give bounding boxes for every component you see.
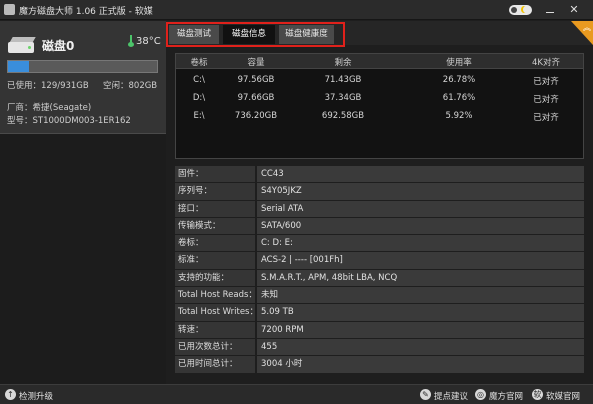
tab-bar: 磁盘测试 磁盘信息 磁盘健康度 — [166, 21, 593, 47]
table-row[interactable]: C:\ 97.56GB 71.43GB 26.78% 已对齐 — [176, 73, 583, 90]
table-row[interactable]: D:\ 97.66GB 37.34GB 61.76% 已对齐 — [176, 91, 583, 108]
disk-model: 型号：ST1000DM003-1ER162 — [7, 116, 131, 126]
hard-disk-icon — [8, 37, 36, 55]
info-row-power-hours: 已用时间总计： 3004 小时 — [175, 356, 584, 374]
info-row-host-reads: Total Host Reads： 未知 — [175, 287, 584, 305]
info-label: 已用次数总计： — [175, 338, 255, 356]
cell-4k-aligned: 已对齐 — [533, 95, 559, 105]
disk-usage-fill — [8, 61, 29, 72]
ruanmei-logo-icon[interactable]: 软 — [532, 389, 543, 400]
info-value: S4Y05JKZ — [257, 183, 584, 200]
theme-toggle[interactable] — [509, 5, 532, 15]
info-value: S.M.A.R.T., APM, 48bit LBA, NCQ — [257, 269, 584, 287]
title-bar: 魔方磁盘大师 1.06 正式版 - 软媒 ✕ — [0, 0, 593, 20]
info-label: 标准： — [175, 252, 255, 269]
disk-usage-bar — [7, 60, 158, 73]
cell-usage: 61.76% — [442, 93, 476, 103]
header-usage: 使用率 — [446, 58, 472, 68]
left-panel: 磁盘0 38°C 已使用：129/931GB 空闲：802GB 厂商：希捷(Se… — [0, 21, 166, 384]
info-value: 5.09 TB — [257, 304, 584, 321]
info-value: 未知 — [257, 287, 584, 304]
tab-disk-test[interactable]: 磁盘测试 — [169, 25, 219, 44]
minimize-button[interactable] — [543, 3, 557, 17]
cell-4k-aligned: 已对齐 — [533, 113, 559, 123]
ruanmei-site-link[interactable]: 软媒官网 — [546, 390, 580, 402]
info-value: 455 — [257, 338, 584, 356]
info-row-host-writes: Total Host Writes： 5.09 TB — [175, 304, 584, 322]
info-value: SATA/600 — [257, 217, 584, 235]
info-row-volumes: 卷标： C: D: E: — [175, 235, 584, 253]
info-value: 3004 小时 — [257, 356, 584, 373]
cell-volume: E:\ — [193, 111, 205, 121]
info-value: ACS-2 | ---- [001Fh] — [257, 252, 584, 269]
cell-remaining: 37.34GB — [324, 93, 362, 103]
arrow-up-icon[interactable]: ↑ — [5, 389, 16, 400]
disk-card[interactable]: 磁盘0 38°C 已使用：129/931GB 空闲：802GB 厂商：希捷(Se… — [0, 21, 166, 134]
cell-capacity: 97.56GB — [237, 75, 275, 85]
info-label: 转速： — [175, 321, 255, 338]
feedback-link[interactable]: 提点建议 — [434, 390, 468, 402]
cell-4k-aligned: 已对齐 — [533, 77, 559, 87]
cell-volume: C:\ — [193, 75, 205, 85]
info-label: Total Host Reads： — [175, 287, 257, 304]
cell-remaining: 71.43GB — [324, 75, 362, 85]
cell-capacity: 736.20GB — [234, 111, 278, 121]
chevron-up-icon: ︽ — [583, 23, 591, 32]
info-label: 已用时间总计： — [175, 356, 255, 373]
cell-usage: 26.78% — [442, 75, 476, 85]
header-4k-aligned: 4K对齐 — [532, 58, 560, 68]
disk-temperature: 38°C — [136, 36, 161, 47]
header-capacity: 容量 — [247, 58, 265, 68]
info-label: 卷标： — [175, 235, 255, 252]
info-value: 7200 RPM — [257, 321, 584, 338]
info-label: 序列号： — [175, 183, 255, 200]
disk-used: 已使用：129/931GB — [7, 81, 89, 91]
app-logo-icon — [4, 4, 15, 15]
check-upgrade-link[interactable]: 检测升级 — [19, 390, 53, 402]
info-label: 固件： — [175, 166, 255, 183]
partition-table-header: 卷标 容量 剩余 使用率 4K对齐 — [176, 54, 583, 69]
pen-icon[interactable]: ✎ — [420, 389, 431, 400]
info-row-features: 支持的功能： S.M.A.R.T., APM, 48bit LBA, NCQ — [175, 269, 584, 288]
info-label: Total Host Writes： — [175, 304, 258, 321]
header-remaining: 剩余 — [334, 58, 352, 68]
disk-free: 空闲：802GB — [103, 81, 158, 91]
info-row-rpm: 转速： 7200 RPM — [175, 321, 584, 339]
status-bar: ↑ 检测升级 ✎ 提点建议 ◎ 魔方官网 软 软媒官网 — [0, 384, 593, 404]
disk-info-table: 固件： CC43 序列号： S4Y05JKZ 接口： Serial ATA 传输… — [175, 166, 584, 374]
tab-disk-info[interactable]: 磁盘信息 — [223, 25, 275, 44]
cell-volume: D:\ — [192, 93, 206, 103]
info-row-power-count: 已用次数总计： 455 — [175, 338, 584, 357]
cell-remaining: 692.58GB — [321, 111, 365, 121]
info-row-interface: 接口： Serial ATA — [175, 200, 584, 218]
window-title: 魔方磁盘大师 1.06 正式版 - 软媒 — [19, 7, 153, 17]
header-volume: 卷标 — [190, 58, 208, 68]
info-value: Serial ATA — [257, 200, 584, 217]
partition-table: 卷标 容量 剩余 使用率 4K对齐 C:\ 97.56GB 71.43GB 26… — [175, 53, 584, 159]
close-button[interactable]: ✕ — [567, 3, 581, 17]
tab-disk-health[interactable]: 磁盘健康度 — [279, 25, 334, 44]
info-row-standard: 标准： ACS-2 | ---- [001Fh] — [175, 252, 584, 270]
info-value: CC43 — [257, 166, 584, 183]
cell-usage: 5.92% — [445, 111, 473, 121]
info-row-transfer-mode: 传输模式： SATA/600 — [175, 217, 584, 236]
globe-icon[interactable]: ◎ — [475, 389, 486, 400]
disk-name: 磁盘0 — [42, 39, 75, 53]
info-label: 传输模式： — [175, 217, 255, 235]
table-row[interactable]: E:\ 736.20GB 692.58GB 5.92% 已对齐 — [176, 109, 583, 126]
info-row-firmware: 固件： CC43 — [175, 166, 584, 184]
thermometer-icon — [128, 35, 134, 47]
info-label: 接口： — [175, 200, 255, 217]
disk-vendor: 厂商：希捷(Seagate) — [7, 103, 92, 113]
cell-capacity: 97.66GB — [237, 93, 275, 103]
info-row-serial: 序列号： S4Y05JKZ — [175, 183, 584, 201]
official-site-link[interactable]: 魔方官网 — [489, 390, 523, 402]
info-label: 支持的功能： — [175, 269, 255, 287]
info-value: C: D: E: — [257, 235, 584, 252]
